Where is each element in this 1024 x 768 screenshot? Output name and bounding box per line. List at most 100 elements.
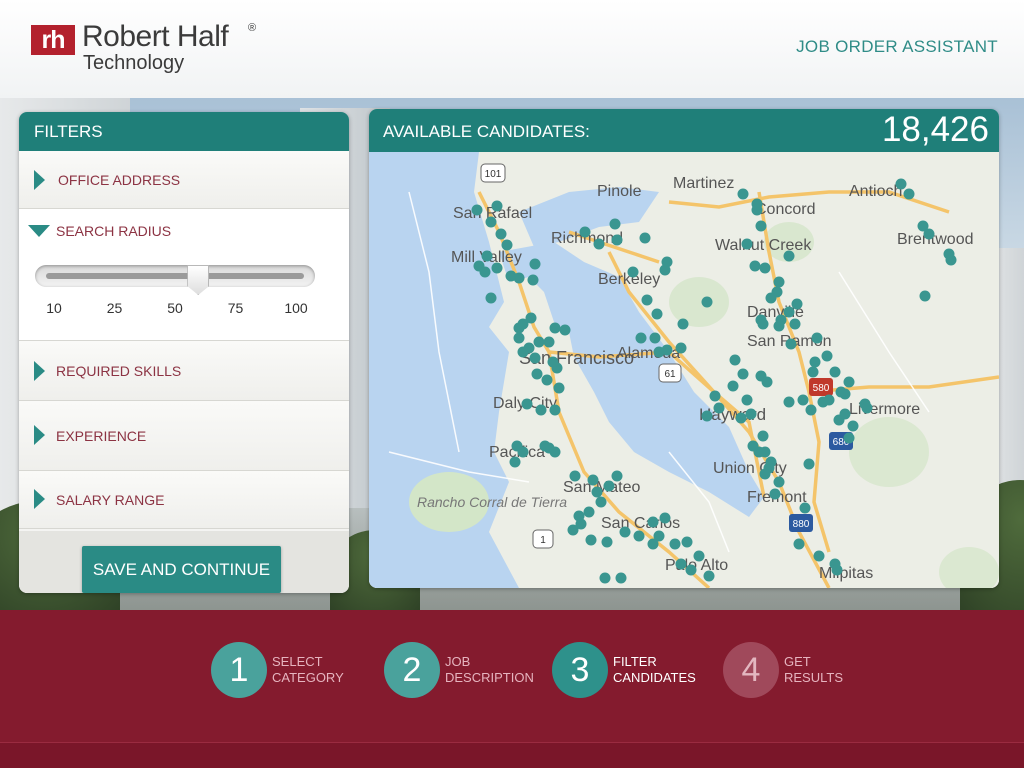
candidate-marker[interactable] (713, 402, 725, 414)
candidate-marker[interactable] (533, 336, 545, 348)
candidate-marker[interactable] (547, 356, 559, 368)
candidate-marker[interactable] (757, 318, 769, 330)
candidate-marker[interactable] (479, 266, 491, 278)
candidate-marker[interactable] (513, 332, 525, 344)
candidate-marker[interactable] (821, 350, 833, 362)
candidate-marker[interactable] (517, 446, 529, 458)
candidate-marker[interactable] (481, 250, 493, 262)
candidate-marker[interactable] (755, 220, 767, 232)
candidate-marker[interactable] (553, 382, 565, 394)
candidate-marker[interactable] (491, 200, 503, 212)
filter-label[interactable]: SEARCH RADIUS (56, 223, 171, 239)
candidate-marker[interactable] (793, 538, 805, 550)
candidate-marker[interactable] (843, 432, 855, 444)
candidate-marker[interactable] (709, 390, 721, 402)
filter-office-address[interactable]: OFFICE ADDRESS (19, 151, 349, 209)
candidate-marker[interactable] (791, 298, 803, 310)
candidate-marker[interactable] (535, 404, 547, 416)
candidate-marker[interactable] (741, 394, 753, 406)
candidate-marker[interactable] (549, 446, 561, 458)
candidate-marker[interactable] (895, 178, 907, 190)
candidate-marker[interactable] (751, 204, 763, 216)
candidate-marker[interactable] (843, 376, 855, 388)
candidate-marker[interactable] (765, 292, 777, 304)
candidate-marker[interactable] (919, 290, 931, 302)
candidate-marker[interactable] (669, 538, 681, 550)
candidate-marker[interactable] (615, 572, 627, 584)
candidate-marker[interactable] (633, 530, 645, 542)
candidate-marker[interactable] (675, 342, 687, 354)
candidate-marker[interactable] (797, 394, 809, 406)
candidate-marker[interactable] (773, 320, 785, 332)
candidate-marker[interactable] (585, 534, 597, 546)
candidate-marker[interactable] (509, 456, 521, 468)
candidate-marker[interactable] (727, 380, 739, 392)
candidate-marker[interactable] (681, 536, 693, 548)
candidate-marker[interactable] (529, 352, 541, 364)
candidate-marker[interactable] (759, 468, 771, 480)
candidate-marker[interactable] (789, 318, 801, 330)
candidate-marker[interactable] (529, 258, 541, 270)
candidate-marker[interactable] (549, 404, 561, 416)
candidate-marker[interactable] (785, 338, 797, 350)
candidate-marker[interactable] (773, 276, 785, 288)
candidate-marker[interactable] (639, 232, 651, 244)
step-get-results[interactable]: 4 GET RESULTS (723, 642, 843, 698)
candidate-marker[interactable] (759, 262, 771, 274)
candidate-marker[interactable] (769, 488, 781, 500)
filter-required-skills[interactable]: REQUIRED SKILLS (19, 341, 349, 401)
map-svg[interactable]: San Rafael Richmond Pinole Martinez Conc… (369, 152, 999, 588)
filter-experience[interactable]: EXPERIENCE (19, 401, 349, 471)
candidate-marker[interactable] (527, 274, 539, 286)
candidate-marker[interactable] (635, 332, 647, 344)
candidate-marker[interactable] (659, 264, 671, 276)
candidate-marker[interactable] (759, 446, 771, 458)
candidate-marker[interactable] (805, 404, 817, 416)
candidate-marker[interactable] (595, 496, 607, 508)
candidate-marker[interactable] (807, 366, 819, 378)
candidate-marker[interactable] (647, 516, 659, 528)
candidate-marker[interactable] (531, 368, 543, 380)
candidate-marker[interactable] (611, 234, 623, 246)
candidate-marker[interactable] (569, 470, 581, 482)
candidate-marker[interactable] (749, 260, 761, 272)
candidate-marker[interactable] (745, 408, 757, 420)
collapse-arrow-icon[interactable] (28, 225, 50, 237)
candidate-marker[interactable] (923, 228, 935, 240)
candidate-marker[interactable] (491, 262, 503, 274)
candidate-marker[interactable] (495, 228, 507, 240)
candidate-marker[interactable] (685, 564, 697, 576)
candidate-marker[interactable] (583, 506, 595, 518)
candidate-marker[interactable] (501, 239, 513, 251)
step-select-category[interactable]: 1 SELECT CATEGORY (211, 642, 344, 698)
candidate-marker[interactable] (701, 296, 713, 308)
slider-thumb[interactable] (187, 265, 210, 295)
candidate-marker[interactable] (575, 518, 587, 530)
candidate-marker[interactable] (603, 480, 615, 492)
candidate-marker[interactable] (549, 322, 561, 334)
candidate-marker[interactable] (609, 218, 621, 230)
candidate-marker[interactable] (651, 308, 663, 320)
candidate-marker[interactable] (593, 238, 605, 250)
search-radius-slider[interactable] (35, 265, 315, 295)
candidate-marker[interactable] (861, 402, 873, 414)
candidate-marker[interactable] (835, 386, 847, 398)
candidate-marker[interactable] (813, 550, 825, 562)
candidate-marker[interactable] (823, 394, 835, 406)
step-filter-candidates[interactable]: 3 FILTER CANDIDATES (552, 642, 696, 698)
candidate-marker[interactable] (693, 550, 705, 562)
candidate-marker[interactable] (809, 356, 821, 368)
candidate-marker[interactable] (485, 216, 497, 228)
candidate-marker[interactable] (737, 188, 749, 200)
candidate-marker[interactable] (729, 354, 741, 366)
candidate-marker[interactable] (747, 440, 759, 452)
candidate-marker[interactable] (903, 188, 915, 200)
candidate-marker[interactable] (799, 502, 811, 514)
candidate-marker[interactable] (761, 376, 773, 388)
save-and-continue-button[interactable]: SAVE AND CONTINUE (82, 546, 281, 593)
candidate-marker[interactable] (619, 526, 631, 538)
candidate-marker[interactable] (741, 238, 753, 250)
filter-salary-range[interactable]: SALARY RANGE (19, 471, 349, 529)
candidate-marker[interactable] (737, 368, 749, 380)
candidate-marker[interactable] (559, 324, 571, 336)
